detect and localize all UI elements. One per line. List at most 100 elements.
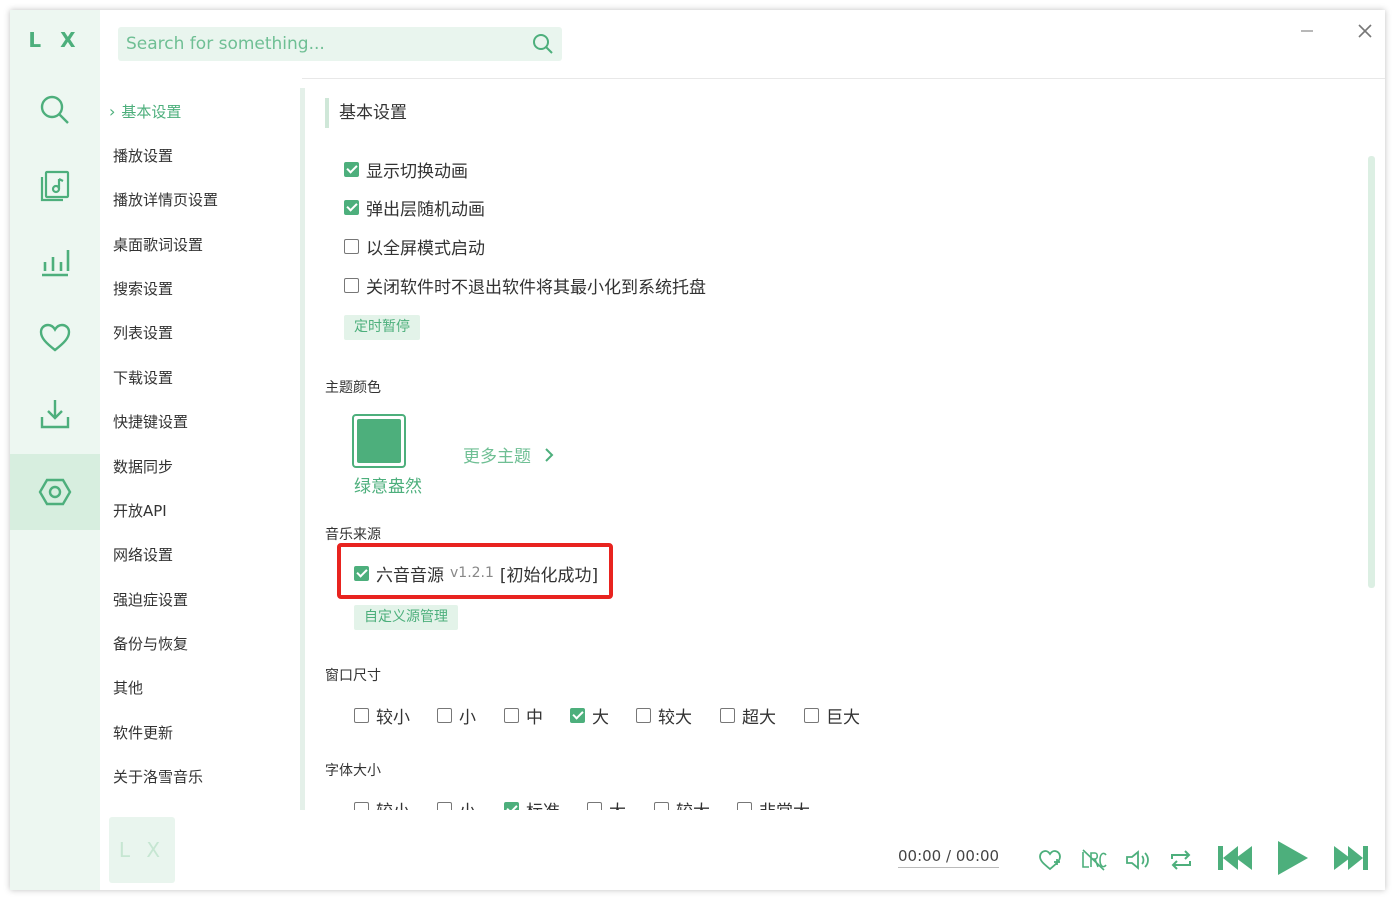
custom-source-manage-button[interactable]: 自定义源管理 xyxy=(354,605,458,630)
checkbox-box[interactable] xyxy=(354,707,369,723)
window-size-option[interactable]: 小 xyxy=(437,703,476,728)
menu-item-playback[interactable]: 播放设置 xyxy=(113,144,173,168)
checkbox-box[interactable] xyxy=(437,801,452,810)
menu-item-list[interactable]: 列表设置 xyxy=(113,321,173,345)
menu-item-other[interactable]: 其他 xyxy=(113,676,143,700)
current-time: 00:00 xyxy=(898,847,942,865)
font-size-option[interactable]: 较小 xyxy=(354,797,410,810)
player-bar: L X 00:00 / 00:00 xyxy=(100,810,1385,890)
font-size-option[interactable]: 标准 xyxy=(504,797,560,810)
checkbox-box[interactable] xyxy=(344,238,359,254)
more-themes-label: 更多主题 xyxy=(463,447,531,467)
section-title-window-size: 窗口尺寸 xyxy=(325,668,381,684)
section-title-theme: 主题颜色 xyxy=(325,380,381,396)
top-bar xyxy=(100,10,1385,79)
timer-pause-button[interactable]: 定时暂停 xyxy=(344,315,420,340)
content-scrollbar[interactable] xyxy=(1368,156,1375,588)
checkbox-box[interactable] xyxy=(587,801,602,810)
nav-download-icon[interactable] xyxy=(10,376,100,452)
checkbox-box[interactable] xyxy=(720,707,735,723)
checkbox-show-animation[interactable]: 显示切换动画 xyxy=(344,157,468,182)
section-title-basic: 基本设置 xyxy=(325,98,407,128)
nav-chart-bars-icon[interactable] xyxy=(10,224,100,300)
theme-swatch-green[interactable] xyxy=(352,414,406,468)
checkbox-music-source[interactable]: 六音音源 v1.2.1 [初始化成功] xyxy=(354,561,599,586)
source-name: 六音音源 xyxy=(376,565,444,586)
menu-item-ocd[interactable]: 强迫症设置 xyxy=(113,588,188,612)
option-label: 巨大 xyxy=(826,707,860,728)
menu-item-search[interactable]: 搜索设置 xyxy=(113,277,173,301)
more-themes-link[interactable]: 更多主题 xyxy=(463,442,556,467)
album-cover[interactable]: L X xyxy=(109,817,175,883)
menu-item-backup[interactable]: 备份与恢复 xyxy=(113,632,188,656)
checkbox-box[interactable] xyxy=(437,707,452,723)
settings-content: 基本设置 显示切换动画 弹出层随机动画 以全屏模式启动 关闭软件时不退出软件将其… xyxy=(305,78,1375,810)
menu-item-download[interactable]: 下载设置 xyxy=(113,366,173,390)
menu-item-open-api[interactable]: 开放API xyxy=(113,499,167,523)
heart-outline-icon[interactable] xyxy=(1038,848,1062,872)
search-icon[interactable] xyxy=(532,33,554,55)
checkbox-box[interactable] xyxy=(344,199,359,215)
checkbox-box[interactable] xyxy=(504,801,519,810)
total-time: 00:00 xyxy=(955,847,1000,865)
menu-item-network[interactable]: 网络设置 xyxy=(113,543,173,567)
font-size-option[interactable]: 大 xyxy=(587,797,626,810)
play-time: 00:00 / 00:00 xyxy=(898,847,1000,868)
minimize-icon[interactable] xyxy=(1296,20,1318,42)
window-size-option[interactable]: 中 xyxy=(504,703,543,728)
font-size-option[interactable]: 非常大 xyxy=(737,797,810,810)
checkbox-box[interactable] xyxy=(504,707,519,723)
font-size-option[interactable]: 较大 xyxy=(654,797,710,810)
checkbox-start-fullscreen[interactable]: 以全屏模式启动 xyxy=(344,234,485,259)
window-size-option[interactable]: 较小 xyxy=(354,703,410,728)
volume-icon[interactable] xyxy=(1124,848,1152,872)
search-input[interactable] xyxy=(118,27,534,61)
section-title-music-source: 音乐来源 xyxy=(325,527,381,543)
menu-item-hotkey[interactable]: 快捷键设置 xyxy=(113,410,188,434)
menu-item-sync[interactable]: 数据同步 xyxy=(113,455,173,479)
checkbox-box[interactable] xyxy=(737,801,752,810)
source-status: [初始化成功] xyxy=(499,565,599,586)
menu-item-update[interactable]: 软件更新 xyxy=(113,721,173,745)
checkbox-popup-random-animation[interactable]: 弹出层随机动画 xyxy=(344,195,485,220)
checkbox-box[interactable] xyxy=(354,801,369,810)
lyric-icon[interactable] xyxy=(1080,848,1108,872)
window-size-option[interactable]: 巨大 xyxy=(804,703,860,728)
next-icon[interactable] xyxy=(1330,842,1370,874)
nav-heart-icon[interactable] xyxy=(10,300,100,376)
option-label: 标准 xyxy=(526,797,560,811)
checkbox-box[interactable] xyxy=(804,707,819,723)
menu-item-play-detail[interactable]: 播放详情页设置 xyxy=(113,188,218,212)
checkbox-box[interactable] xyxy=(344,277,359,293)
menu-item-desktop-lyric[interactable]: 桌面歌词设置 xyxy=(113,233,203,257)
nav-settings-icon[interactable] xyxy=(10,454,100,530)
option-label: 较小 xyxy=(376,707,410,728)
checkbox-box[interactable] xyxy=(354,565,369,581)
previous-icon[interactable] xyxy=(1216,842,1256,874)
option-label: 大 xyxy=(592,707,609,728)
nav-search-icon[interactable] xyxy=(10,72,100,148)
left-nav-bar: L X xyxy=(10,10,100,890)
checkbox-label: 以全屏模式启动 xyxy=(366,238,485,259)
play-icon[interactable] xyxy=(1274,838,1310,878)
window-size-option[interactable]: 大 xyxy=(570,703,609,728)
option-label: 小 xyxy=(459,797,476,811)
font-size-option[interactable]: 小 xyxy=(437,797,476,810)
option-label: 大 xyxy=(609,797,626,811)
checkbox-minimize-to-tray[interactable]: 关闭软件时不退出软件将其最小化到系统托盘 xyxy=(344,273,706,298)
menu-item-basic[interactable]: 基本设置 xyxy=(109,100,181,124)
window-size-option[interactable]: 超大 xyxy=(720,703,776,728)
menu-item-about[interactable]: 关于洛雪音乐 xyxy=(113,765,203,789)
nav-music-list-icon[interactable] xyxy=(10,148,100,224)
close-icon[interactable] xyxy=(1354,20,1376,42)
checkbox-box[interactable] xyxy=(636,707,651,723)
checkbox-box[interactable] xyxy=(654,801,669,810)
option-label: 非常大 xyxy=(759,797,810,811)
checkbox-label: 关闭软件时不退出软件将其最小化到系统托盘 xyxy=(366,277,706,298)
repeat-icon[interactable] xyxy=(1168,848,1194,872)
option-label: 超大 xyxy=(742,707,776,728)
option-label: 较大 xyxy=(658,707,692,728)
checkbox-box[interactable] xyxy=(344,161,359,177)
checkbox-box[interactable] xyxy=(570,707,585,723)
window-size-option[interactable]: 较大 xyxy=(636,703,692,728)
